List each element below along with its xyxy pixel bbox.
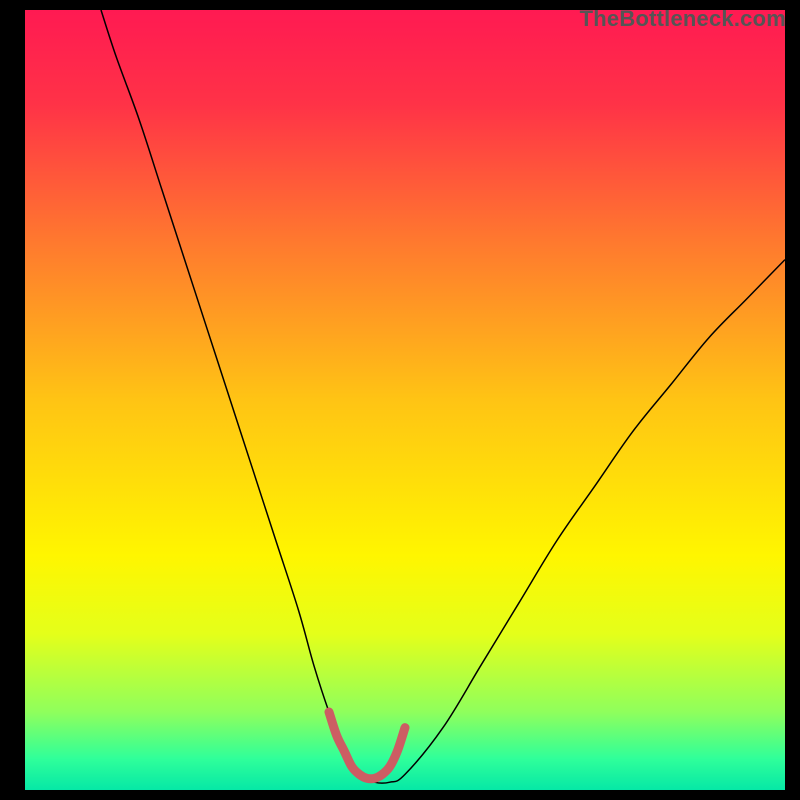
chart-svg: [25, 10, 785, 790]
chart-background: [25, 10, 785, 790]
chart-stage: TheBottleneck.com: [0, 0, 800, 800]
chart-plot-area: [25, 10, 785, 790]
watermark-text: TheBottleneck.com: [580, 6, 786, 32]
